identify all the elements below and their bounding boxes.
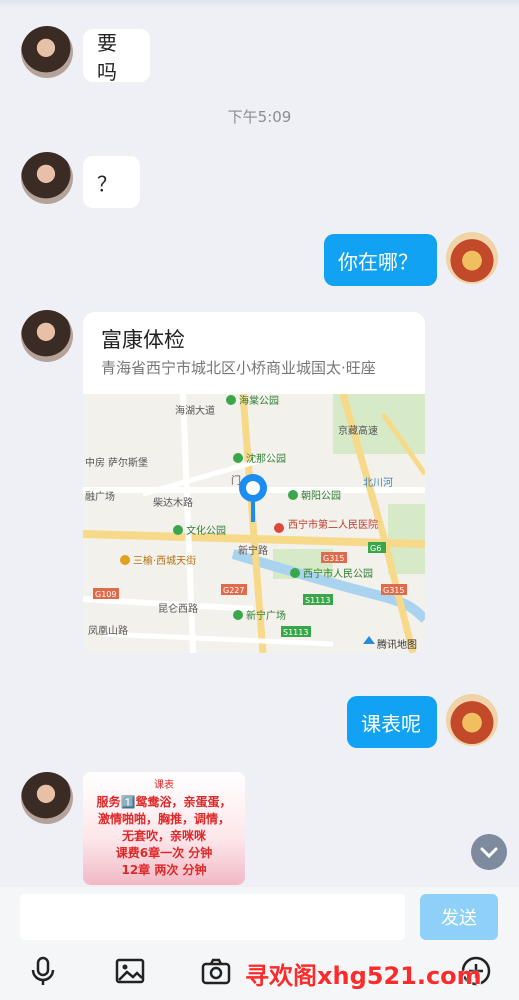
schedule-line: 12章 两次 分钟 (121, 863, 207, 877)
message-text: 要吗 (97, 30, 117, 84)
map-label: 昆仑西路 (158, 602, 198, 615)
map-label: S1113 (305, 596, 330, 605)
map-brand: 腾讯地图 (377, 638, 417, 651)
message-bubble-received[interactable]: ？ (83, 156, 140, 208)
map-label: 西宁市人民公园 (303, 567, 373, 580)
map-label: 西宁市第二人民医院 (288, 518, 378, 531)
message-text: 课表呢 (361, 711, 421, 736)
watermark-text: 寻欢阁xhg521.com (245, 962, 482, 990)
schedule-line: 课费6章一次 分钟 (115, 846, 213, 860)
message-text: 你在哪？ (338, 249, 418, 274)
map-label: 新宁路 (238, 544, 268, 557)
schedule-line: 服务1️⃣鸳鸯浴，亲蛋蛋， (96, 795, 232, 809)
location-map: 海棠公园 沈那公园 朝阳公园 文化公园 西宁市人民公园 新宁广场 西宁市第二人民… (83, 394, 425, 653)
location-title: 富康体检 (101, 328, 185, 352)
image-icon[interactable] (114, 955, 146, 987)
map-label: 中房 (85, 456, 105, 469)
message-bubble-sent[interactable]: 课表呢 (347, 696, 437, 748)
message-bubble-received[interactable]: 要吗 (83, 29, 150, 84)
status-bar-shadow (0, 0, 519, 8)
map-label: 门 (231, 474, 241, 487)
map-label: 海棠公园 (239, 394, 279, 407)
map-label: G227 (223, 586, 244, 595)
microphone-icon[interactable] (27, 955, 59, 987)
schedule-body: 服务1️⃣鸳鸯浴，亲蛋蛋， 激情啪啪，胸推，调情， 无套吹，亲咪咪 课费6章一次… (83, 794, 245, 879)
map-label: G315 (323, 554, 344, 563)
location-address: 青海省西宁市城北区小桥商业城国太·旺座 (101, 359, 376, 377)
map-label: 萨尔斯堡 (108, 456, 148, 469)
map-label: 海湖大道 (175, 404, 215, 417)
map-label: 沈那公园 (246, 452, 286, 465)
map-label: 凤凰山路 (88, 624, 128, 637)
map-label: S1113 (283, 628, 308, 637)
message-timestamp: 下午5:09 (227, 108, 292, 126)
contact-avatar[interactable] (21, 152, 73, 204)
message-text: ？ (97, 171, 117, 196)
my-avatar[interactable] (446, 694, 498, 746)
map-label: 朝阳公园 (301, 490, 341, 502)
schedule-line: 激情啪啪，胸推，调情， (97, 812, 230, 826)
location-card[interactable]: 富康体检 青海省西宁市城北区小桥商业城国太·旺座 海棠公园 沈那公园 朝阳公园 (83, 312, 425, 653)
send-button[interactable]: 发送 (420, 894, 498, 940)
map-label: 三榆·西城天街 (133, 554, 196, 567)
schedule-image[interactable]: 课表 服务1️⃣鸳鸯浴，亲蛋蛋， 激情啪啪，胸推，调情， 无套吹，亲咪咪 课费6… (83, 772, 245, 885)
schedule-line: 无套吹，亲咪咪 (121, 829, 206, 843)
contact-avatar[interactable] (21, 310, 73, 362)
camera-icon[interactable] (200, 955, 232, 987)
map-label: 文化公园 (186, 524, 226, 537)
scroll-to-bottom-button[interactable] (471, 834, 507, 870)
map-label: 北川河 (363, 477, 393, 489)
contact-avatar[interactable] (21, 26, 73, 78)
map-label: 京藏高速 (338, 424, 378, 437)
my-avatar[interactable] (446, 232, 498, 284)
map-label: G109 (95, 590, 116, 599)
map-label: 新宁广场 (246, 609, 286, 622)
schedule-title: 课表 (154, 780, 174, 791)
map-label: G315 (383, 586, 404, 595)
contact-avatar[interactable] (21, 772, 73, 824)
map-label: G6 (370, 544, 381, 553)
map-label: 柴达木路 (153, 496, 193, 509)
map-label: 融广场 (85, 490, 115, 503)
message-bubble-sent[interactable]: 你在哪？ (324, 234, 437, 286)
chevron-down-icon (480, 847, 498, 859)
message-input[interactable] (20, 894, 405, 940)
